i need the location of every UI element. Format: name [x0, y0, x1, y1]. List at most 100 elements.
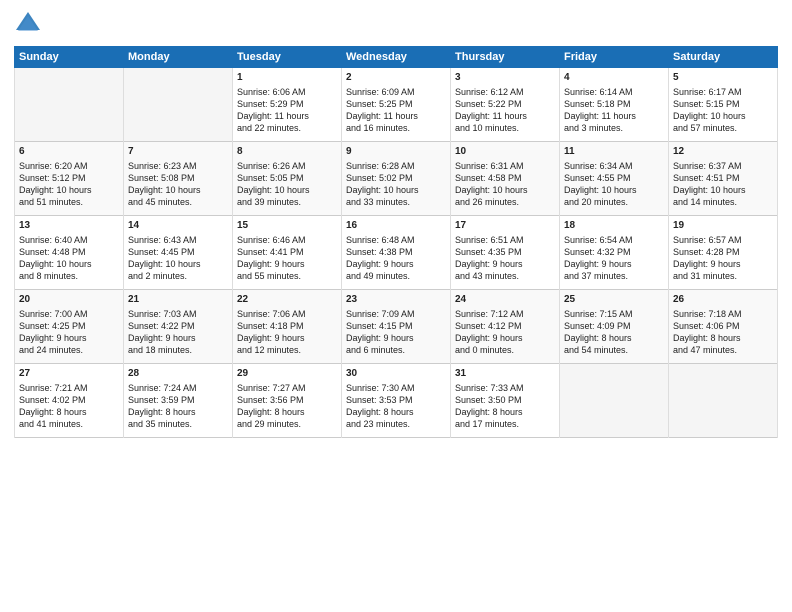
day-info: Sunrise: 7:30 AM Sunset: 3:53 PM Dayligh… [346, 382, 446, 431]
day-info: Sunrise: 7:12 AM Sunset: 4:12 PM Dayligh… [455, 308, 555, 357]
calendar-cell [560, 364, 669, 438]
calendar-cell: 1Sunrise: 6:06 AM Sunset: 5:29 PM Daylig… [233, 68, 342, 142]
header-row: SundayMondayTuesdayWednesdayThursdayFrid… [15, 47, 778, 68]
day-info: Sunrise: 6:43 AM Sunset: 4:45 PM Dayligh… [128, 234, 228, 283]
calendar-cell: 18Sunrise: 6:54 AM Sunset: 4:32 PM Dayli… [560, 216, 669, 290]
weekday-header: Friday [560, 47, 669, 68]
calendar-cell [15, 68, 124, 142]
calendar-cell: 9Sunrise: 6:28 AM Sunset: 5:02 PM Daylig… [342, 142, 451, 216]
calendar-week-row: 6Sunrise: 6:20 AM Sunset: 5:12 PM Daylig… [15, 142, 778, 216]
day-info: Sunrise: 7:06 AM Sunset: 4:18 PM Dayligh… [237, 308, 337, 357]
day-info: Sunrise: 6:23 AM Sunset: 5:08 PM Dayligh… [128, 160, 228, 209]
calendar-cell: 25Sunrise: 7:15 AM Sunset: 4:09 PM Dayli… [560, 290, 669, 364]
day-number: 26 [673, 293, 773, 307]
day-info: Sunrise: 7:24 AM Sunset: 3:59 PM Dayligh… [128, 382, 228, 431]
calendar-cell: 23Sunrise: 7:09 AM Sunset: 4:15 PM Dayli… [342, 290, 451, 364]
day-info: Sunrise: 7:15 AM Sunset: 4:09 PM Dayligh… [564, 308, 664, 357]
day-number: 25 [564, 293, 664, 307]
calendar-cell: 29Sunrise: 7:27 AM Sunset: 3:56 PM Dayli… [233, 364, 342, 438]
day-info: Sunrise: 6:14 AM Sunset: 5:18 PM Dayligh… [564, 86, 664, 135]
weekday-header: Sunday [15, 47, 124, 68]
day-number: 7 [128, 145, 228, 159]
day-number: 2 [346, 71, 446, 85]
calendar-cell: 20Sunrise: 7:00 AM Sunset: 4:25 PM Dayli… [15, 290, 124, 364]
day-info: Sunrise: 7:33 AM Sunset: 3:50 PM Dayligh… [455, 382, 555, 431]
weekday-header: Wednesday [342, 47, 451, 68]
day-info: Sunrise: 6:34 AM Sunset: 4:55 PM Dayligh… [564, 160, 664, 209]
weekday-header: Monday [124, 47, 233, 68]
calendar-cell: 14Sunrise: 6:43 AM Sunset: 4:45 PM Dayli… [124, 216, 233, 290]
calendar-cell: 17Sunrise: 6:51 AM Sunset: 4:35 PM Dayli… [451, 216, 560, 290]
day-number: 21 [128, 293, 228, 307]
header [14, 10, 778, 38]
day-info: Sunrise: 6:12 AM Sunset: 5:22 PM Dayligh… [455, 86, 555, 135]
day-number: 17 [455, 219, 555, 233]
calendar-cell: 7Sunrise: 6:23 AM Sunset: 5:08 PM Daylig… [124, 142, 233, 216]
calendar-cell: 16Sunrise: 6:48 AM Sunset: 4:38 PM Dayli… [342, 216, 451, 290]
day-info: Sunrise: 7:27 AM Sunset: 3:56 PM Dayligh… [237, 382, 337, 431]
day-number: 24 [455, 293, 555, 307]
calendar-week-row: 13Sunrise: 6:40 AM Sunset: 4:48 PM Dayli… [15, 216, 778, 290]
day-number: 10 [455, 145, 555, 159]
day-info: Sunrise: 6:57 AM Sunset: 4:28 PM Dayligh… [673, 234, 773, 283]
day-number: 19 [673, 219, 773, 233]
day-number: 8 [237, 145, 337, 159]
day-info: Sunrise: 7:09 AM Sunset: 4:15 PM Dayligh… [346, 308, 446, 357]
day-info: Sunrise: 7:21 AM Sunset: 4:02 PM Dayligh… [19, 382, 119, 431]
day-info: Sunrise: 7:03 AM Sunset: 4:22 PM Dayligh… [128, 308, 228, 357]
day-number: 14 [128, 219, 228, 233]
day-number: 29 [237, 367, 337, 381]
day-number: 22 [237, 293, 337, 307]
day-number: 13 [19, 219, 119, 233]
weekday-header: Tuesday [233, 47, 342, 68]
page-container: SundayMondayTuesdayWednesdayThursdayFrid… [0, 0, 792, 446]
day-number: 12 [673, 145, 773, 159]
calendar-cell: 22Sunrise: 7:06 AM Sunset: 4:18 PM Dayli… [233, 290, 342, 364]
calendar-cell: 3Sunrise: 6:12 AM Sunset: 5:22 PM Daylig… [451, 68, 560, 142]
calendar-cell: 19Sunrise: 6:57 AM Sunset: 4:28 PM Dayli… [669, 216, 778, 290]
calendar-cell: 24Sunrise: 7:12 AM Sunset: 4:12 PM Dayli… [451, 290, 560, 364]
calendar-cell: 31Sunrise: 7:33 AM Sunset: 3:50 PM Dayli… [451, 364, 560, 438]
day-info: Sunrise: 7:00 AM Sunset: 4:25 PM Dayligh… [19, 308, 119, 357]
logo-icon [14, 10, 42, 38]
calendar-cell: 13Sunrise: 6:40 AM Sunset: 4:48 PM Dayli… [15, 216, 124, 290]
calendar-cell: 11Sunrise: 6:34 AM Sunset: 4:55 PM Dayli… [560, 142, 669, 216]
calendar-table: SundayMondayTuesdayWednesdayThursdayFrid… [14, 46, 778, 438]
day-number: 9 [346, 145, 446, 159]
day-info: Sunrise: 6:06 AM Sunset: 5:29 PM Dayligh… [237, 86, 337, 135]
calendar-week-row: 1Sunrise: 6:06 AM Sunset: 5:29 PM Daylig… [15, 68, 778, 142]
weekday-header: Thursday [451, 47, 560, 68]
calendar-cell: 27Sunrise: 7:21 AM Sunset: 4:02 PM Dayli… [15, 364, 124, 438]
day-number: 4 [564, 71, 664, 85]
weekday-header: Saturday [669, 47, 778, 68]
calendar-cell: 2Sunrise: 6:09 AM Sunset: 5:25 PM Daylig… [342, 68, 451, 142]
day-info: Sunrise: 6:37 AM Sunset: 4:51 PM Dayligh… [673, 160, 773, 209]
day-info: Sunrise: 6:40 AM Sunset: 4:48 PM Dayligh… [19, 234, 119, 283]
calendar-week-row: 27Sunrise: 7:21 AM Sunset: 4:02 PM Dayli… [15, 364, 778, 438]
day-info: Sunrise: 6:31 AM Sunset: 4:58 PM Dayligh… [455, 160, 555, 209]
day-info: Sunrise: 6:46 AM Sunset: 4:41 PM Dayligh… [237, 234, 337, 283]
day-info: Sunrise: 6:48 AM Sunset: 4:38 PM Dayligh… [346, 234, 446, 283]
calendar-cell: 6Sunrise: 6:20 AM Sunset: 5:12 PM Daylig… [15, 142, 124, 216]
day-info: Sunrise: 6:20 AM Sunset: 5:12 PM Dayligh… [19, 160, 119, 209]
calendar-cell: 8Sunrise: 6:26 AM Sunset: 5:05 PM Daylig… [233, 142, 342, 216]
day-number: 20 [19, 293, 119, 307]
day-info: Sunrise: 6:09 AM Sunset: 5:25 PM Dayligh… [346, 86, 446, 135]
day-number: 11 [564, 145, 664, 159]
day-number: 23 [346, 293, 446, 307]
day-info: Sunrise: 6:17 AM Sunset: 5:15 PM Dayligh… [673, 86, 773, 135]
calendar-week-row: 20Sunrise: 7:00 AM Sunset: 4:25 PM Dayli… [15, 290, 778, 364]
calendar-cell: 28Sunrise: 7:24 AM Sunset: 3:59 PM Dayli… [124, 364, 233, 438]
calendar-cell: 4Sunrise: 6:14 AM Sunset: 5:18 PM Daylig… [560, 68, 669, 142]
day-info: Sunrise: 6:54 AM Sunset: 4:32 PM Dayligh… [564, 234, 664, 283]
calendar-cell: 5Sunrise: 6:17 AM Sunset: 5:15 PM Daylig… [669, 68, 778, 142]
calendar-body: 1Sunrise: 6:06 AM Sunset: 5:29 PM Daylig… [15, 68, 778, 438]
calendar-cell: 10Sunrise: 6:31 AM Sunset: 4:58 PM Dayli… [451, 142, 560, 216]
calendar-cell: 15Sunrise: 6:46 AM Sunset: 4:41 PM Dayli… [233, 216, 342, 290]
calendar-cell: 12Sunrise: 6:37 AM Sunset: 4:51 PM Dayli… [669, 142, 778, 216]
calendar-cell [124, 68, 233, 142]
calendar-cell [669, 364, 778, 438]
day-info: Sunrise: 6:51 AM Sunset: 4:35 PM Dayligh… [455, 234, 555, 283]
calendar-cell: 26Sunrise: 7:18 AM Sunset: 4:06 PM Dayli… [669, 290, 778, 364]
day-info: Sunrise: 6:28 AM Sunset: 5:02 PM Dayligh… [346, 160, 446, 209]
